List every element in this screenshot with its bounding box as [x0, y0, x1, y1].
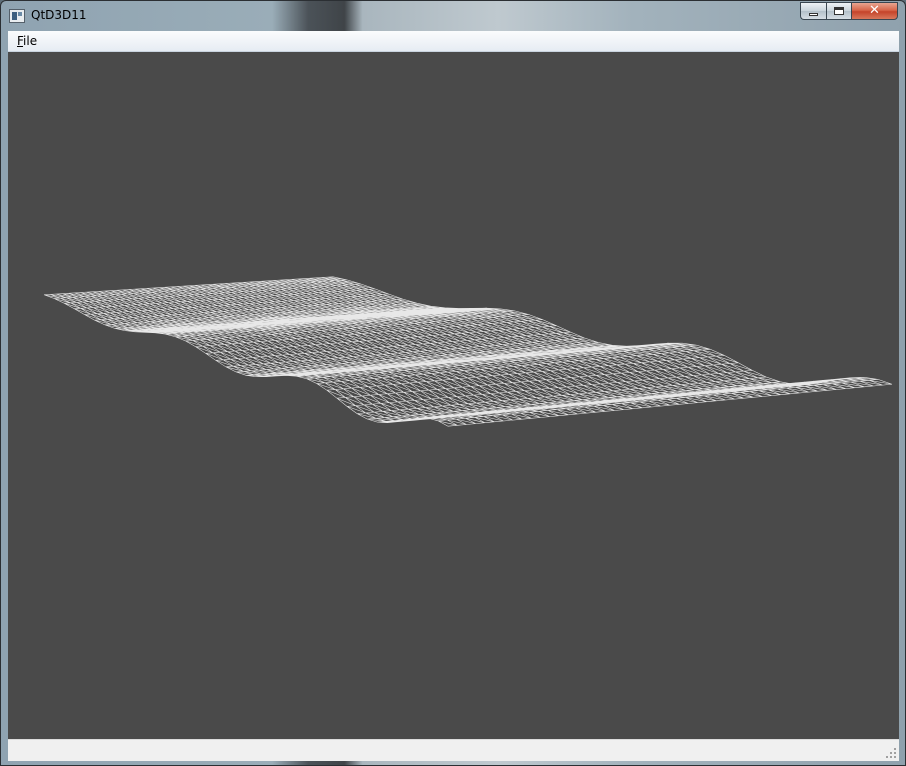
menu-file[interactable]: File: [12, 31, 42, 51]
client-area: File: [8, 31, 899, 761]
minimize-icon: [809, 13, 818, 16]
maximize-button[interactable]: [826, 2, 851, 20]
minimize-button[interactable]: [800, 2, 826, 20]
size-grip-icon[interactable]: [886, 748, 896, 758]
wireframe-wave-mesh: [43, 276, 893, 427]
mesh-lines: [43, 276, 893, 427]
d3d-render-viewport[interactable]: [8, 52, 899, 739]
menu-bar: File: [8, 31, 899, 52]
close-button[interactable]: ✕: [851, 2, 898, 20]
mesh-path: [43, 276, 893, 427]
menu-file-label: ile: [23, 34, 38, 48]
maximize-icon: [834, 7, 844, 15]
status-bar: [8, 739, 899, 761]
app-window-icon[interactable]: [9, 9, 25, 23]
close-icon: ✕: [869, 3, 880, 18]
main-window: QtD3D11 ✕ File: [0, 0, 906, 766]
title-bar[interactable]: QtD3D11 ✕: [1, 1, 905, 31]
window-title: QtD3D11: [31, 8, 87, 22]
caption-buttons: ✕: [800, 2, 898, 21]
